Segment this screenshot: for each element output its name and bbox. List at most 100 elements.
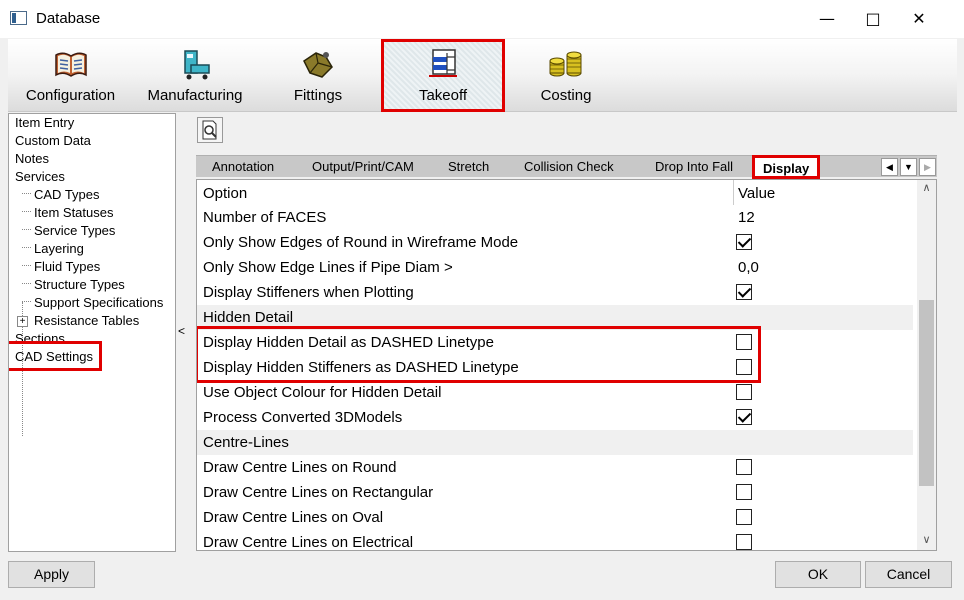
table-row[interactable]: Draw Centre Lines on Oval [197,505,913,530]
scroll-thumb[interactable] [919,300,934,486]
tree-item-custom-data[interactable]: Custom Data [15,132,91,150]
grid-scrollbar[interactable]: ∧ ∨ [917,180,936,550]
grid-header: Option Value [197,180,913,205]
tab-output-print-cam[interactable]: Output/Print/CAM [312,159,414,174]
expand-icon[interactable]: + [17,316,28,327]
tree-connector [22,229,31,230]
option-checkbox[interactable] [736,409,752,425]
settings-panel: Annotation Output/Print/CAM Stretch Coll… [190,113,957,553]
magnifier-document-icon [202,120,217,140]
options-grid: Option Value Number of FACES 12 Only Sho… [196,179,937,551]
table-row[interactable]: Draw Centre Lines on Electrical [197,530,913,551]
option-checkbox[interactable] [736,484,752,500]
tree-item-item-statuses[interactable]: Item Statuses [34,204,113,222]
value-column-header[interactable]: Value [738,185,775,202]
option-label: Process Converted 3DModels [203,409,403,426]
tree-connector [22,301,31,302]
cancel-button[interactable]: Cancel [865,561,952,588]
table-row[interactable]: Display Stiffeners when Plotting [197,280,913,305]
toolbar-label: Configuration [25,87,116,104]
tree-connector [22,283,31,284]
window-title: Database [36,10,101,27]
option-label: Only Show Edge Lines if Pipe Diam > [203,259,453,276]
toolbar-manufacturing[interactable]: Manufacturing [140,39,250,112]
toolbar-label: Manufacturing [147,87,243,104]
tab-annotation[interactable]: Annotation [212,159,274,174]
close-button[interactable]: ✕ [896,0,942,38]
tab-display[interactable]: Display [752,155,821,179]
section-label: Hidden Detail [203,309,294,326]
tree-connector [22,211,31,212]
option-label: Draw Centre Lines on Electrical [203,534,414,551]
toolbar-takeoff[interactable]: Takeoff [381,39,505,112]
toolbar-configuration[interactable]: Configuration [14,39,127,112]
option-checkbox[interactable] [736,509,752,525]
app-icon [10,11,27,25]
toolbar-label: Fittings [293,87,343,104]
option-label: Display Stiffeners when Plotting [203,284,414,301]
tree-item-fluid-types[interactable]: Fluid Types [34,258,100,276]
tab-collision-check[interactable]: Collision Check [524,159,614,174]
tree-item-service-types[interactable]: Service Types [34,222,115,240]
scroll-down-icon[interactable]: ∨ [917,532,936,549]
tree-connector [22,265,31,266]
table-row[interactable]: Use Object Colour for Hidden Detail [197,380,913,405]
toolbar-fittings[interactable]: Fittings [273,39,363,112]
settings-tree: Item Entry Custom Data Notes Services CA… [8,113,176,552]
tree-item-notes[interactable]: Notes [15,150,49,168]
tree-item-support-specifications[interactable]: Support Specifications [34,294,163,312]
toolbar-costing[interactable]: Costing [521,39,611,112]
fitting-icon [303,52,333,78]
option-checkbox[interactable] [736,284,752,300]
option-label: Draw Centre Lines on Round [203,459,397,476]
tree-item-services[interactable]: Services [15,168,65,186]
option-label: Draw Centre Lines on Rectangular [203,484,434,501]
table-row[interactable]: Draw Centre Lines on Round [197,455,913,480]
panel-splitter[interactable]: < [176,113,189,552]
toolbar-label: Takeoff [418,87,468,104]
option-label: Draw Centre Lines on Oval [203,509,384,526]
option-label: Only Show Edges of Round in Wireframe Mo… [203,234,519,251]
module-toolbar: Configuration Manufacturing Fittings Tak… [8,39,957,112]
scroll-up-icon[interactable]: ∧ [917,180,936,197]
tree-connector [22,193,31,194]
tree-item-structure-types[interactable]: Structure Types [34,276,125,294]
tab-scroll-left-icon[interactable]: ◀ [881,158,898,176]
table-row[interactable]: Number of FACES 12 [197,205,913,230]
title-bar: Database — □ ✕ [0,0,964,38]
tab-drop-into-fall[interactable]: Drop Into Fall [655,159,733,174]
option-checkbox[interactable] [736,384,752,400]
section-row: Centre-Lines [197,430,913,455]
toolbar-label: Costing [540,87,592,104]
table-row[interactable]: Only Show Edge Lines if Pipe Diam > 0,0 [197,255,913,280]
cad-settings-highlight [9,341,102,371]
preview-button[interactable] [197,117,223,143]
tab-dropdown-icon[interactable]: ▼ [900,158,917,176]
option-checkbox[interactable] [736,459,752,475]
column-divider[interactable] [733,180,734,205]
option-value[interactable]: 12 [738,209,755,226]
maximize-button[interactable]: □ [850,0,896,38]
tree-item-item-entry[interactable]: Item Entry [15,114,74,132]
tab-scroll-right-icon[interactable]: ▶ [919,158,936,176]
option-column-header[interactable]: Option [203,185,247,202]
coins-icon [549,51,582,77]
option-label: Number of FACES [203,209,327,226]
table-row[interactable]: Draw Centre Lines on Rectangular [197,480,913,505]
tree-item-cad-types[interactable]: CAD Types [34,186,100,204]
book-icon [54,52,87,77]
tree-item-layering[interactable]: Layering [34,240,84,258]
collapse-arrow-icon[interactable]: < [178,324,185,338]
option-value[interactable]: 0,0 [738,259,759,276]
minimize-button[interactable]: — [804,0,850,38]
takeoff-icon [429,49,457,77]
apply-button[interactable]: Apply [8,561,95,588]
option-checkbox[interactable] [736,534,752,550]
tree-connector [22,247,31,248]
tree-item-resistance-tables[interactable]: Resistance Tables [34,312,139,330]
ok-button[interactable]: OK [775,561,861,588]
table-row[interactable]: Process Converted 3DModels [197,405,913,430]
option-checkbox[interactable] [736,234,752,250]
table-row[interactable]: Only Show Edges of Round in Wireframe Mo… [197,230,913,255]
tab-stretch[interactable]: Stretch [448,159,489,174]
